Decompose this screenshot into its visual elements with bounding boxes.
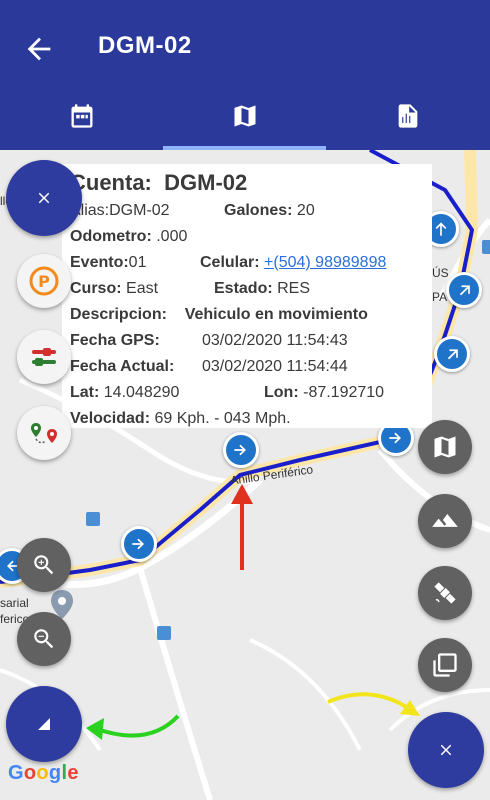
lon-value: -87.192710	[303, 384, 385, 401]
curso-value: East	[126, 280, 159, 297]
fecha-gps-value-cell: 03/02/2020 11:54:43	[202, 332, 348, 350]
zoom-out-icon	[34, 629, 54, 649]
close-right-button[interactable]	[408, 712, 484, 788]
cuenta-label: Cuenta:	[70, 170, 152, 195]
terrain-button[interactable]	[418, 494, 472, 548]
map-type-button[interactable]	[418, 420, 472, 474]
lat-row: Lat: 14.048290	[70, 384, 179, 402]
velocidad-value: 69 Kph. - 043 Mph.	[154, 410, 291, 427]
fecha-actual-label: Fecha Actual:	[70, 358, 175, 375]
galones-value: 20	[296, 202, 315, 219]
parking-button[interactable]: P	[17, 254, 71, 308]
close-icon	[38, 192, 50, 204]
fecha-gps-label: Fecha GPS:	[70, 332, 160, 349]
layers-icon	[433, 653, 457, 677]
zoom-in-button[interactable]	[17, 538, 71, 592]
lon-row: Lon: -87.192710	[264, 384, 384, 402]
lat-label: Lat:	[70, 384, 100, 401]
fecha-gps-row: Fecha GPS:	[70, 332, 160, 350]
close-menu-button[interactable]	[6, 160, 82, 236]
switch-icon	[32, 348, 56, 366]
route-icon	[31, 423, 57, 444]
velocidad-row: Velocidad: 69 Kph. - 043 Mph.	[70, 410, 291, 428]
odometro-row: Odometro: .000	[70, 228, 187, 246]
descripcion-value: Vehiculo en movimiento	[184, 306, 368, 323]
curso-label: Curso:	[70, 280, 122, 297]
layers-button[interactable]	[418, 638, 472, 692]
alias-row: Alias:DGM-02	[70, 202, 170, 220]
fecha-actual-value: 03/02/2020 11:54:44	[202, 358, 348, 375]
expand-left-button[interactable]	[6, 686, 82, 762]
celular-label: Celular:	[200, 254, 260, 271]
celular-link[interactable]: +(504) 98989898	[264, 254, 386, 271]
celular-row: Celular: +(504) 98989898	[200, 254, 386, 272]
evento-label: Evento:	[70, 254, 129, 271]
svg-text:P: P	[38, 272, 50, 291]
cuenta-row: Cuenta: DGM-02	[70, 170, 247, 196]
fecha-gps-value: 03/02/2020 11:54:43	[202, 332, 348, 349]
zoom-in-icon	[34, 555, 54, 575]
cuenta-value: DGM-02	[164, 170, 248, 195]
satellite-button[interactable]	[418, 566, 472, 620]
descripcion-row: Descripcion: Vehiculo en movimiento	[70, 306, 368, 324]
evento-row: Evento:01	[70, 254, 146, 272]
parking-icon: P	[29, 266, 59, 296]
close-icon	[440, 744, 452, 756]
google-logo: Google	[8, 762, 79, 784]
evento-value: 01	[128, 254, 147, 271]
alias-value: DGM-02	[109, 202, 170, 219]
fecha-actual-value-cell: 03/02/2020 11:54:44	[202, 358, 348, 376]
estado-label: Estado:	[214, 280, 273, 297]
curso-row: Curso: East	[70, 280, 158, 298]
lon-label: Lon:	[264, 384, 299, 401]
velocidad-label: Velocidad:	[70, 410, 151, 427]
estado-row: Estado: RES	[214, 280, 310, 298]
lat-value: 14.048290	[103, 384, 180, 401]
odometro-value: .000	[156, 228, 188, 245]
engine-switch-button[interactable]	[17, 330, 71, 384]
map-icon	[434, 436, 456, 458]
fecha-actual-row: Fecha Actual:	[70, 358, 174, 376]
satellite-icon	[434, 582, 456, 604]
galones-label: Galones:	[224, 202, 293, 219]
zoom-out-button[interactable]	[17, 612, 71, 666]
odometro-label: Odometro:	[70, 228, 152, 245]
estado-value: RES	[277, 280, 311, 297]
route-button[interactable]	[17, 406, 71, 460]
descripcion-label: Descripcion:	[70, 306, 167, 323]
terrain-icon	[432, 514, 458, 527]
vehicle-info-window: Cuenta: DGM-02 Alias:DGM-02 Galones: 20 …	[62, 164, 432, 428]
corner-triangle-icon	[38, 718, 50, 730]
galones-row: Galones: 20	[224, 202, 315, 220]
